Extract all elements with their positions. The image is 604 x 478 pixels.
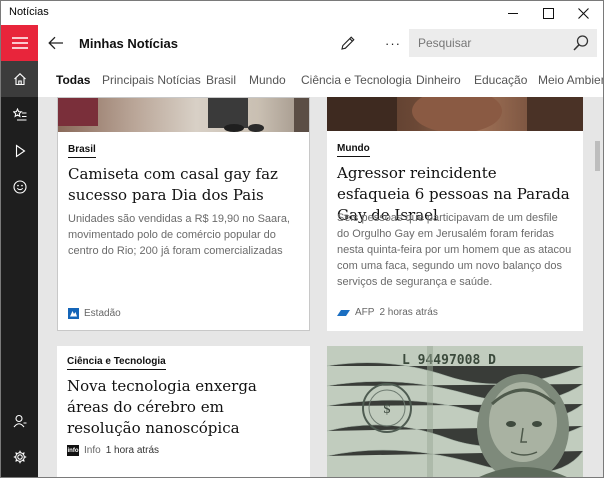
category-tabs: Todas Principais Notícias Brasil Mundo C… [38, 61, 603, 97]
maximize-button[interactable] [531, 1, 565, 25]
article-headline[interactable]: Camiseta com casal gay faz sucesso para … [68, 164, 299, 206]
scrollbar-thumb[interactable] [595, 141, 600, 171]
search-icon[interactable] [572, 34, 590, 52]
hamburger-icon [11, 37, 28, 49]
close-icon [577, 7, 589, 19]
nav-account-button[interactable] [1, 403, 38, 439]
hamburger-menu-button[interactable] [1, 25, 38, 61]
minimize-button[interactable] [496, 1, 530, 25]
article-category: Mundo [337, 143, 370, 157]
nav-video-button[interactable] [1, 133, 38, 169]
hundred-dollar-bill-image: $ L 94497008 D [327, 346, 583, 477]
tab-ciencia-e-tecnologia[interactable]: Ciência e Tecnologia [301, 73, 412, 87]
edit-button[interactable] [337, 32, 359, 54]
back-button[interactable] [44, 31, 68, 55]
star-list-icon [12, 108, 26, 121]
tab-dinheiro[interactable]: Dinheiro [416, 73, 461, 87]
source-name: AFP [355, 307, 375, 318]
tab-brasil[interactable]: Brasil [206, 73, 236, 87]
more-dots-icon: ··· [385, 35, 401, 51]
play-icon [15, 144, 25, 158]
article-card[interactable]: Mundo Agressor reincidente esfaqueia 6 p… [327, 97, 583, 331]
news-app-window: Notícias Minhas Notícias ··· Pesquisar T… [0, 0, 604, 478]
search-box [409, 29, 597, 57]
crowd-photo-image [327, 97, 583, 131]
article-summary: Unidades são vendidas a R$ 19,90 no Saar… [68, 213, 290, 257]
close-button[interactable] [566, 1, 600, 25]
source-name: Estadão [84, 308, 121, 319]
nav-settings-button[interactable] [1, 439, 38, 475]
article-card[interactable]: Brasil Camiseta com casal gay faz sucess… [57, 97, 310, 331]
article-image [327, 97, 583, 131]
pencil-icon [341, 36, 355, 50]
source-name: Info [84, 445, 101, 456]
search-input[interactable] [409, 29, 567, 57]
street-photo-image [58, 98, 309, 132]
person-icon [13, 414, 26, 428]
estadao-logo-icon [68, 308, 79, 319]
article-source: info Info 1 hora atrás [67, 445, 159, 456]
app-title: Notícias [9, 6, 49, 18]
info-logo-icon: info [67, 445, 79, 456]
back-arrow-icon [48, 36, 63, 50]
app-header: Minhas Notícias ··· [38, 25, 603, 61]
afp-logo-icon [337, 309, 350, 317]
nav-home-button[interactable] [1, 61, 38, 97]
banknote-serial: L 94497008 D [402, 353, 496, 368]
article-source: AFP 2 horas atrás [337, 307, 438, 318]
article-category: Brasil [68, 144, 96, 158]
svg-text:$: $ [383, 402, 391, 417]
article-summary: Seis pessoas que participavam de um desf… [337, 212, 572, 288]
article-time: 2 horas atrás [379, 307, 438, 318]
tab-mundo[interactable]: Mundo [249, 73, 286, 87]
title-bar: Notícias [1, 1, 603, 25]
tab-meio-ambiente[interactable]: Meio Ambiente [538, 73, 603, 87]
page-title: Minhas Notícias [79, 36, 178, 51]
home-icon [13, 73, 26, 86]
article-image [58, 98, 309, 132]
nav-rail [1, 25, 38, 477]
article-source: Estadão [68, 308, 121, 319]
smiley-icon [12, 180, 27, 194]
article-card[interactable]: Ciência e Tecnologia Nova tecnologia enx… [57, 346, 310, 477]
article-time: 1 hora atrás [105, 445, 160, 456]
more-options-button[interactable]: ··· [383, 32, 403, 54]
tab-principais-noticias[interactable]: Principais Notícias [102, 73, 201, 87]
tab-educacao[interactable]: Educação [474, 73, 527, 87]
nav-local-button[interactable] [1, 169, 38, 205]
article-headline[interactable]: Nova tecnologia enxerga áreas do cérebro… [67, 376, 300, 439]
tab-todas[interactable]: Todas [56, 73, 90, 87]
nav-interests-button[interactable] [1, 97, 38, 133]
article-card[interactable]: $ L 94497008 D [327, 346, 583, 477]
article-category: Ciência e Tecnologia [67, 356, 166, 370]
gear-icon [13, 450, 26, 464]
news-feed: Brasil Camiseta com casal gay faz sucess… [38, 97, 603, 477]
